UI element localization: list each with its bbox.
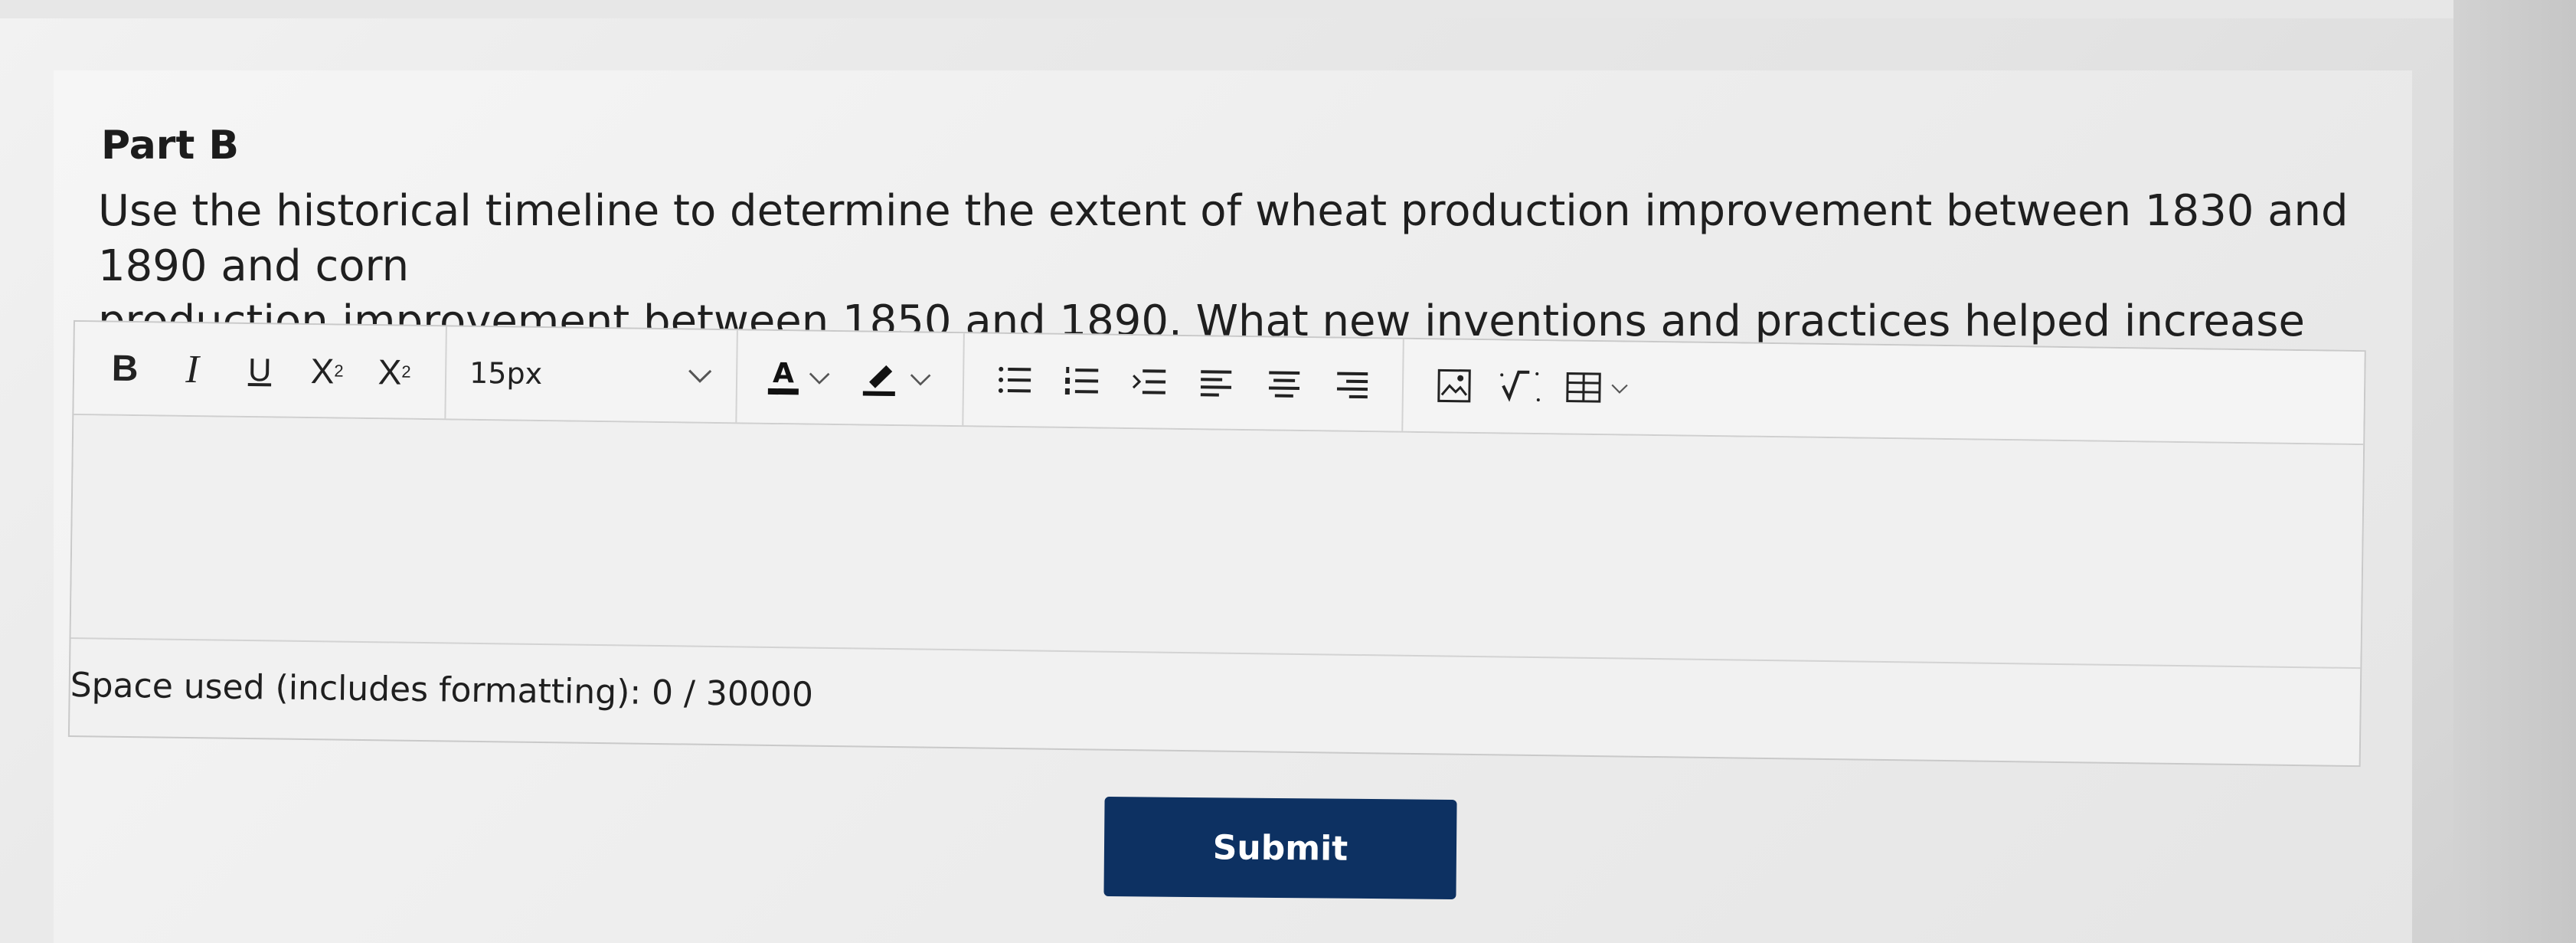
submit-button[interactable]: Submit [1103,796,1457,900]
equation-icon[interactable] [1487,355,1555,417]
superscript-label: X [310,351,335,391]
subscript-button[interactable]: X2 [361,341,429,403]
highlighter-icon [858,355,901,401]
chevron-down-icon [1610,375,1629,401]
color-group: A [737,330,965,426]
subscript-label: X [378,352,402,392]
paragraph-group [963,333,1404,431]
underline-button[interactable]: U [226,339,294,401]
bold-button[interactable]: B [91,337,159,399]
font-size-value: 15px [469,355,543,391]
align-center-icon[interactable] [1250,352,1318,414]
superscript-mark: 2 [334,361,344,381]
chevron-down-icon [808,364,831,391]
answer-text-area[interactable] [70,415,2364,668]
text-color-button[interactable]: A [754,331,845,424]
prompt-line-1: Use the historical timeline to determine… [98,186,2349,291]
bulleted-list-icon[interactable] [980,349,1048,411]
subscript-mark: 2 [401,362,411,381]
format-group: B I U X2 X2 [74,322,447,419]
part-title: Part B [101,123,240,169]
rich-text-editor: B I U X2 X2 15px A Space used (includes … [67,320,2366,768]
insert-group [1403,339,1657,434]
align-right-icon[interactable] [1317,353,1385,415]
image-icon[interactable] [1420,355,1488,417]
font-size-select[interactable]: 15px [446,326,738,423]
numbered-list-icon[interactable] [1048,350,1116,412]
chevron-down-icon [909,365,932,392]
text-color-letter: A [767,358,799,395]
align-left-icon[interactable] [1182,352,1250,414]
italic-button[interactable]: I [159,338,227,400]
top-strip [0,0,2576,18]
chevron-down-icon [687,362,713,389]
indent-icon[interactable] [1115,351,1183,413]
screen-edge [2453,0,2576,943]
superscript-button[interactable]: X2 [293,340,361,402]
table-icon[interactable] [1554,356,1639,418]
highlight-color-button[interactable] [844,332,946,425]
